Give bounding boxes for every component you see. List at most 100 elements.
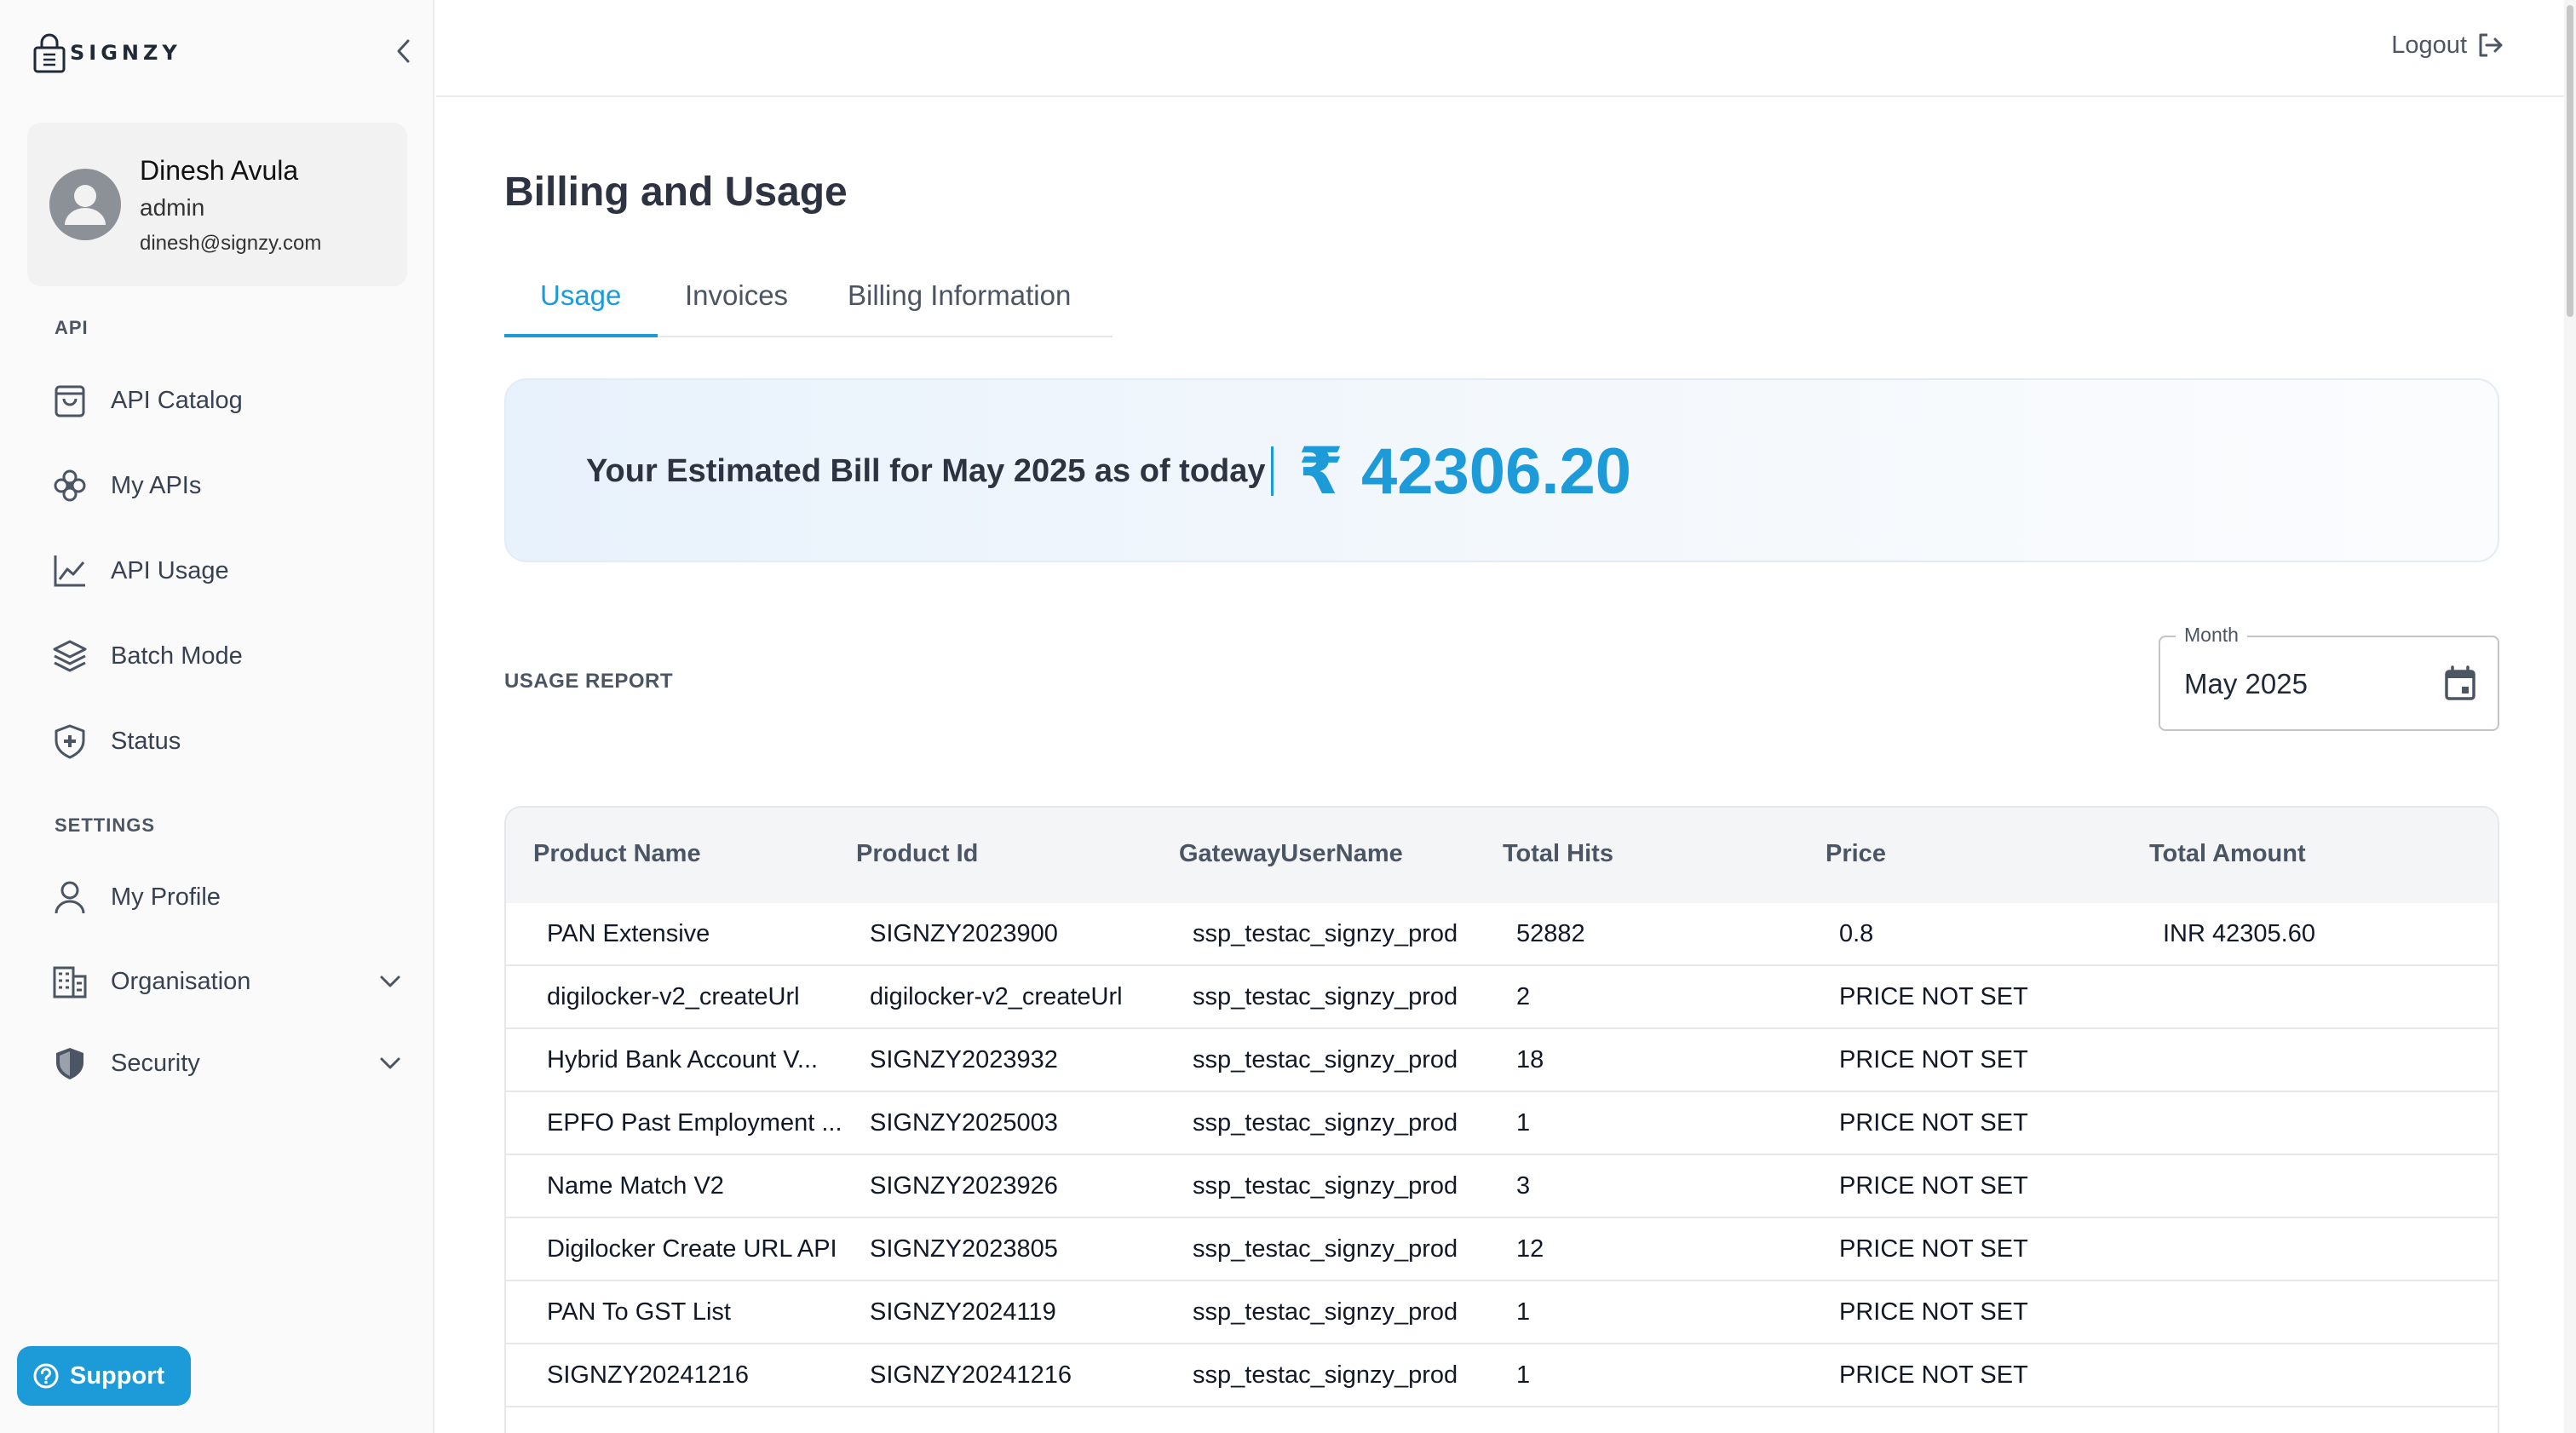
column-header-price[interactable]: Price [1826, 840, 1886, 868]
cell-product-name: digilocker-v2_createUrl [547, 983, 800, 1010]
cell-price: PRICE NOT SET [1839, 983, 2028, 1010]
page-scrollbar[interactable] [2564, 0, 2576, 1433]
cell-price: 0.8 [1839, 920, 1874, 947]
calendar-icon[interactable] [2440, 663, 2481, 704]
cell-product-id: SIGNZY20241216 [870, 1361, 1072, 1389]
table-row[interactable]: EPFO Past Employment ... SIGNZY2025003 s… [506, 1092, 2498, 1155]
tab-billing-information[interactable]: Billing Information [848, 279, 1071, 312]
page-title: Billing and Usage [504, 170, 848, 215]
cell-product-id: SIGNZY2024119 [870, 1298, 1056, 1326]
table-row[interactable]: digilocker-v2_createUrl digilocker-v2_cr… [506, 966, 2498, 1029]
tab-invoices[interactable]: Invoices [685, 279, 788, 312]
collapse-sidebar-button[interactable] [388, 36, 419, 66]
usage-report-table: Product Name Product Id GatewayUserName … [504, 806, 2499, 1433]
cell-product-name: SIGNZY20241216 [547, 1361, 749, 1389]
cell-price: PRICE NOT SET [1839, 1298, 2028, 1326]
api-section-label: API [55, 317, 89, 338]
cell-price: PRICE NOT SET [1839, 1172, 2028, 1200]
sidebar-item-my-profile[interactable]: My Profile [48, 870, 405, 924]
table-row[interactable] [506, 1407, 2498, 1433]
user-profile-card: Dinesh Avula admin dinesh@signzy.com [27, 123, 407, 286]
cell-product-name: Hybrid Bank Account V... [547, 1046, 819, 1073]
table-row[interactable]: Name Match V2 SIGNZY2023926 ssp_testac_s… [506, 1155, 2498, 1218]
cell-product-id: SIGNZY2023926 [870, 1172, 1058, 1200]
sidebar-item-organisation[interactable]: Organisation [48, 954, 405, 1009]
cell-price: PRICE NOT SET [1839, 1235, 2028, 1263]
user-email: dinesh@signzy.com [140, 232, 322, 255]
sidebar-item-api-catalog[interactable]: API Catalog [48, 373, 405, 428]
sidebar-item-batch-mode[interactable]: Batch Mode [48, 629, 405, 683]
active-tab-indicator [504, 334, 658, 337]
cell-total-hits: 1 [1516, 1298, 1531, 1326]
logout-label: Logout [2391, 31, 2467, 59]
table-row[interactable]: SIGNZY20241216 SIGNZY20241216 ssp_testac… [506, 1344, 2498, 1407]
sidebar-item-label: My APIs [111, 471, 202, 499]
table-header: Product Name Product Id GatewayUserName … [506, 808, 2498, 903]
logout-button[interactable]: Logout [2391, 31, 2504, 60]
column-header-product-name[interactable]: Product Name [533, 840, 701, 868]
sidebar-item-security[interactable]: Security [48, 1036, 405, 1091]
column-header-product-id[interactable]: Product Id [856, 840, 978, 868]
avatar [49, 169, 121, 240]
sidebar-item-label: Security [111, 1049, 200, 1077]
logo-lock-icon [33, 33, 66, 73]
cell-total-hits: 1 [1516, 1109, 1531, 1137]
help-circle-icon [33, 1363, 59, 1389]
cell-price: PRICE NOT SET [1839, 1361, 2028, 1389]
cell-gateway-username: ssp_testac_signzy_prod [1193, 1046, 1458, 1073]
support-button[interactable]: Support [17, 1346, 191, 1406]
cell-product-id: SIGNZY2023932 [870, 1046, 1058, 1073]
billing-tabs: Usage Invoices Billing Information [504, 269, 1113, 337]
estimated-bill-banner: Your Estimated Bill for May 2025 as of t… [504, 378, 2499, 562]
month-picker-value[interactable]: May 2025 [2184, 668, 2308, 700]
logout-icon [2479, 33, 2503, 57]
estimated-bill-text: Your Estimated Bill for May 2025 as of t… [586, 453, 1266, 489]
cell-gateway-username: ssp_testac_signzy_prod [1193, 1172, 1458, 1200]
cell-total-amount: INR 42305.60 [2163, 920, 2315, 947]
cell-product-name: Digilocker Create URL API [547, 1235, 837, 1263]
column-header-total-hits[interactable]: Total Hits [1503, 840, 1613, 868]
user-icon [48, 875, 92, 919]
signzy-logo[interactable]: SIGNZY [32, 32, 181, 73]
cell-price: PRICE NOT SET [1839, 1109, 2028, 1137]
logo-text: SIGNZY [70, 41, 181, 65]
month-picker[interactable]: Month May 2025 [2159, 624, 2499, 731]
cell-total-hits: 1 [1516, 1361, 1531, 1389]
cell-product-name: PAN Extensive [547, 920, 710, 947]
cell-gateway-username: ssp_testac_signzy_prod [1193, 983, 1458, 1010]
table-row[interactable]: Hybrid Bank Account V... SIGNZY2023932 s… [506, 1029, 2498, 1092]
column-header-gateway-username[interactable]: GatewayUserName [1179, 840, 1403, 868]
scrollbar-thumb[interactable] [2567, 5, 2573, 317]
tab-usage[interactable]: Usage [540, 279, 621, 312]
cell-price: PRICE NOT SET [1839, 1046, 2028, 1073]
cell-product-id: SIGNZY2023900 [870, 920, 1058, 947]
table-row[interactable]: Digilocker Create URL API SIGNZY2023805 … [506, 1218, 2498, 1281]
table-row[interactable]: PAN To GST List SIGNZY2024119 ssp_testac… [506, 1281, 2498, 1344]
month-picker-label: Month [2176, 624, 2247, 647]
user-name: Dinesh Avula [140, 155, 299, 186]
cell-total-hits: 52882 [1516, 920, 1585, 947]
cell-product-name: Name Match V2 [547, 1172, 724, 1200]
cell-product-name: EPFO Past Employment ... [547, 1109, 842, 1137]
chevron-down-icon[interactable] [375, 1048, 405, 1079]
sidebar: SIGNZY Dinesh Avula admin dinesh@signzy.… [0, 0, 434, 1433]
layers-icon [48, 634, 92, 678]
settings-section-label: SETTINGS [55, 814, 156, 836]
user-role: admin [140, 194, 205, 221]
shield-plus-icon [48, 719, 92, 763]
sidebar-item-label: Organisation [111, 967, 251, 995]
shield-icon [48, 1041, 92, 1085]
sidebar-item-my-apis[interactable]: My APIs [48, 458, 405, 513]
bill-divider [1271, 446, 1274, 496]
column-header-total-amount[interactable]: Total Amount [2149, 840, 2306, 868]
cell-product-name: PAN To GST List [547, 1298, 731, 1326]
table-row[interactable]: PAN Extensive SIGNZY2023900 ssp_testac_s… [506, 903, 2498, 966]
cell-total-hits: 18 [1516, 1046, 1544, 1073]
sidebar-item-label: API Usage [111, 556, 229, 584]
chevron-down-icon[interactable] [375, 966, 405, 997]
sidebar-item-label: API Catalog [111, 386, 243, 414]
chevron-left-icon [397, 39, 410, 63]
sidebar-item-status[interactable]: Status [48, 714, 405, 768]
sidebar-item-api-usage[interactable]: API Usage [48, 544, 405, 598]
estimated-bill-amount: ₹ 42306.20 [1298, 435, 1631, 508]
